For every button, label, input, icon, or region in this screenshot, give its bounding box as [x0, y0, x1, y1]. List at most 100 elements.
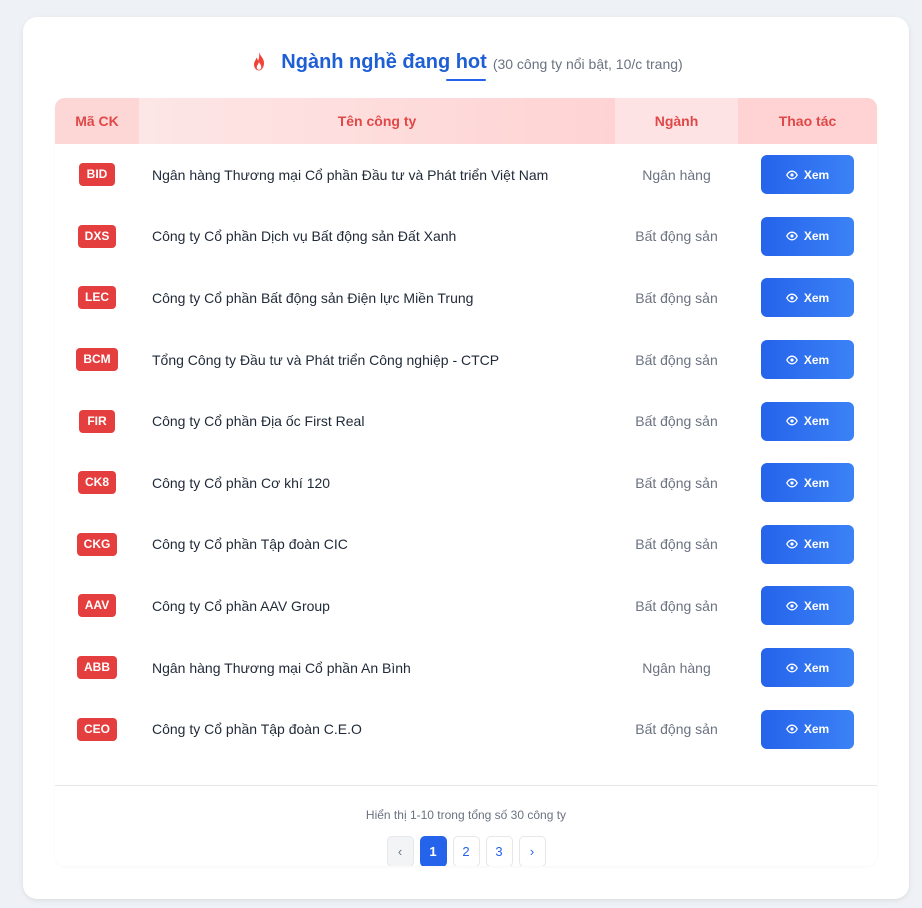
view-button-label: Xem — [803, 167, 830, 182]
view-button-label: Xem — [803, 722, 830, 737]
company-name: Công ty Cổ phần Cơ khí 120 — [152, 474, 331, 491]
column-header-company: Tên công ty — [139, 98, 615, 144]
industry-cell: Bất động sản — [635, 474, 718, 491]
eye-icon — [785, 170, 798, 180]
action-cell: Xem — [738, 586, 877, 626]
table-body: BID Ngân hàng Thương mại Cổ phần Đầu tư v… — [55, 144, 877, 760]
eye-icon — [785, 539, 798, 549]
view-button[interactable]: Xem — [761, 524, 854, 564]
ticker-cell: BID — [55, 163, 139, 187]
view-button[interactable]: Xem — [761, 216, 854, 256]
company-name: Công ty Cổ phần Dịch vụ Bất động sản Đất… — [152, 228, 457, 245]
view-button[interactable]: Xem — [761, 463, 854, 503]
industry-cell: Bất động sản — [635, 413, 718, 430]
view-button[interactable]: Xem — [761, 401, 854, 441]
action-cell: Xem — [738, 278, 877, 318]
page-2-button[interactable]: 2 — [452, 836, 480, 866]
prev-page-button[interactable]: ‹ — [386, 836, 414, 866]
ticker-badge: ABB — [77, 656, 117, 680]
action-cell: Xem — [738, 709, 877, 749]
view-button[interactable]: Xem — [761, 586, 854, 626]
eye-icon — [785, 293, 798, 303]
view-button[interactable]: Xem — [761, 155, 854, 195]
ticker-cell: CEO — [55, 717, 139, 741]
action-cell: Xem — [738, 340, 877, 380]
view-button[interactable]: Xem — [761, 340, 854, 380]
industry-cell: Bất động sản — [635, 597, 718, 614]
company-name: Công ty Cổ phần AAV Group — [152, 597, 330, 614]
pagination: ‹ 1 2 3 › — [55, 836, 877, 866]
company-name: Ngân hàng Thương mại Cổ phần An Bình — [152, 659, 411, 676]
company-name: Ngân hàng Thương mại Cổ phần Đầu tư và P… — [152, 166, 549, 183]
ticker-badge: CEO — [76, 717, 117, 741]
section-header: Ngành nghề đang hot (30 công ty nổi bật,… — [23, 47, 909, 81]
companies-table: Mã CK Tên công ty Ngành Thao tác BID Ngân… — [55, 98, 877, 866]
ticker-cell: DXS — [55, 224, 139, 248]
page-subtitle: (30 công ty nổi bật, 10/c trang) — [492, 55, 683, 72]
ticker-badge: CK8 — [77, 471, 116, 495]
view-button-label: Xem — [803, 229, 830, 244]
column-header-ticker: Mã CK — [55, 98, 139, 144]
ticker-badge: BCM — [76, 348, 118, 372]
table-header: Mã CK Tên công ty Ngành Thao tác — [55, 98, 877, 144]
company-name: Công ty Cổ phần Tập đoàn C.E.O — [152, 721, 362, 738]
table-row: DXS Công ty Cổ phần Dịch vụ Bất động sản … — [55, 206, 877, 268]
next-page-button[interactable]: › — [518, 836, 546, 866]
company-name: Công ty Cổ phần Bất động sản Điện lực Mi… — [152, 289, 474, 306]
eye-icon — [785, 478, 798, 488]
table-row: CK8 Công ty Cổ phần Cơ khí 120 Bất động sả… — [55, 452, 877, 514]
view-button-label: Xem — [803, 290, 830, 305]
hot-industries-card: Ngành nghề đang hot (30 công ty nổi bật,… — [23, 17, 909, 899]
eye-icon — [785, 416, 798, 426]
pagination-summary: Hiển thị 1-10 trong tổng số 30 công ty — [365, 808, 567, 822]
action-cell: Xem — [738, 648, 877, 688]
column-header-industry: Ngành — [615, 98, 738, 144]
ticker-cell: ABB — [55, 656, 139, 680]
title-underline — [446, 78, 487, 81]
action-cell: Xem — [738, 463, 877, 503]
ticker-cell: CK8 — [55, 471, 139, 495]
view-button-label: Xem — [803, 660, 830, 675]
ticker-cell: LEC — [55, 286, 139, 310]
table-row: FIR Công ty Cổ phần Địa ốc First Real Bất … — [55, 390, 877, 452]
page-1-button[interactable]: 1 — [419, 836, 447, 866]
table-row: ABB Ngân hàng Thương mại Cổ phần An Bình N… — [55, 637, 877, 699]
ticker-badge: FIR — [79, 409, 115, 433]
view-button-label: Xem — [803, 352, 830, 367]
title-wrap: Ngành nghề đang hot — [281, 50, 487, 81]
ticker-cell: AAV — [55, 594, 139, 618]
column-header-actions: Thao tác — [738, 98, 877, 144]
view-button[interactable]: Xem — [761, 648, 854, 688]
table-row: BID Ngân hàng Thương mại Cổ phần Đầu tư v… — [55, 144, 877, 206]
view-button-label: Xem — [803, 475, 830, 490]
industry-cell: Ngân hàng — [642, 659, 711, 676]
action-cell: Xem — [738, 155, 877, 195]
page-3-button[interactable]: 3 — [485, 836, 513, 866]
eye-icon — [785, 601, 798, 611]
eye-icon — [785, 355, 798, 365]
company-name: Công ty Cổ phần Tập đoàn CIC — [152, 536, 348, 553]
industry-cell: Bất động sản — [635, 289, 718, 306]
table-row: AAV Công ty Cổ phần AAV Group Bất động sản… — [55, 575, 877, 637]
table-row: LEC Công ty Cổ phần Bất động sản Điện lực… — [55, 267, 877, 329]
industry-cell: Bất động sản — [635, 721, 718, 738]
industry-cell: Bất động sản — [635, 228, 718, 245]
company-name: Tổng Công ty Đầu tư và Phát triển Công n… — [152, 351, 500, 368]
company-name: Công ty Cổ phần Địa ốc First Real — [152, 413, 365, 430]
ticker-badge: DXS — [77, 224, 117, 248]
view-button-label: Xem — [803, 537, 830, 552]
eye-icon — [785, 663, 798, 673]
view-button-label: Xem — [803, 414, 830, 429]
ticker-cell: FIR — [55, 409, 139, 433]
action-cell: Xem — [738, 216, 877, 256]
view-button[interactable]: Xem — [761, 709, 854, 749]
view-button[interactable]: Xem — [761, 278, 854, 318]
fire-icon — [249, 51, 269, 73]
page-title: Ngành nghề đang hot — [281, 50, 487, 73]
ticker-cell: BCM — [55, 348, 139, 372]
eye-icon — [785, 724, 798, 734]
table-row: BCM Tổng Công ty Đầu tư và Phát triển Côn… — [55, 329, 877, 391]
table-row: CKG Công ty Cổ phần Tập đoàn CIC Bất động … — [55, 514, 877, 576]
action-cell: Xem — [738, 524, 877, 564]
ticker-badge: AAV — [77, 594, 117, 618]
